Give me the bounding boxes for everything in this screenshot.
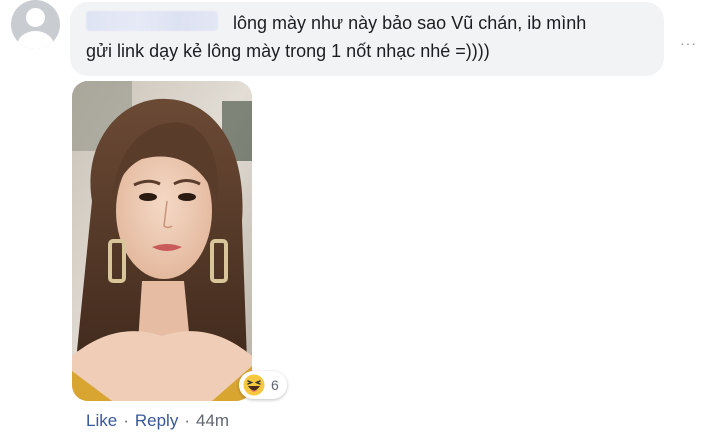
comment-thread: lông mày như này bảo sao Vũ chán, ib mìn… xyxy=(0,0,710,448)
comment-text-line-2: gửi link dạy kẻ lông mày trong 1 nốt nhạ… xyxy=(86,41,490,61)
avatar-head-icon xyxy=(26,8,45,27)
comment-bubble: lông mày như này bảo sao Vũ chán, ib mìn… xyxy=(70,2,664,76)
avatar-shoulders-icon xyxy=(17,31,54,49)
reaction-count: 6 xyxy=(271,377,279,393)
comment-text-line-1: lông mày như này bảo sao Vũ chán, ib mìn… xyxy=(233,13,587,33)
separator-dot: · xyxy=(184,411,190,430)
more-options-icon[interactable]: ··· xyxy=(680,36,697,50)
timestamp-link[interactable]: 44m xyxy=(196,411,229,430)
reply-link[interactable]: Reply xyxy=(135,411,178,430)
reaction-summary[interactable]: 6 xyxy=(239,371,287,399)
separator-dot: · xyxy=(123,411,129,430)
avatar[interactable] xyxy=(11,0,60,49)
portrait-image xyxy=(72,81,252,401)
haha-emoji-icon xyxy=(243,374,265,396)
comment-photo[interactable] xyxy=(72,81,252,401)
commenter-name-redacted[interactable] xyxy=(86,11,218,31)
like-link[interactable]: Like xyxy=(86,411,117,430)
comment-actions: Like · Reply · 44m xyxy=(86,410,229,432)
